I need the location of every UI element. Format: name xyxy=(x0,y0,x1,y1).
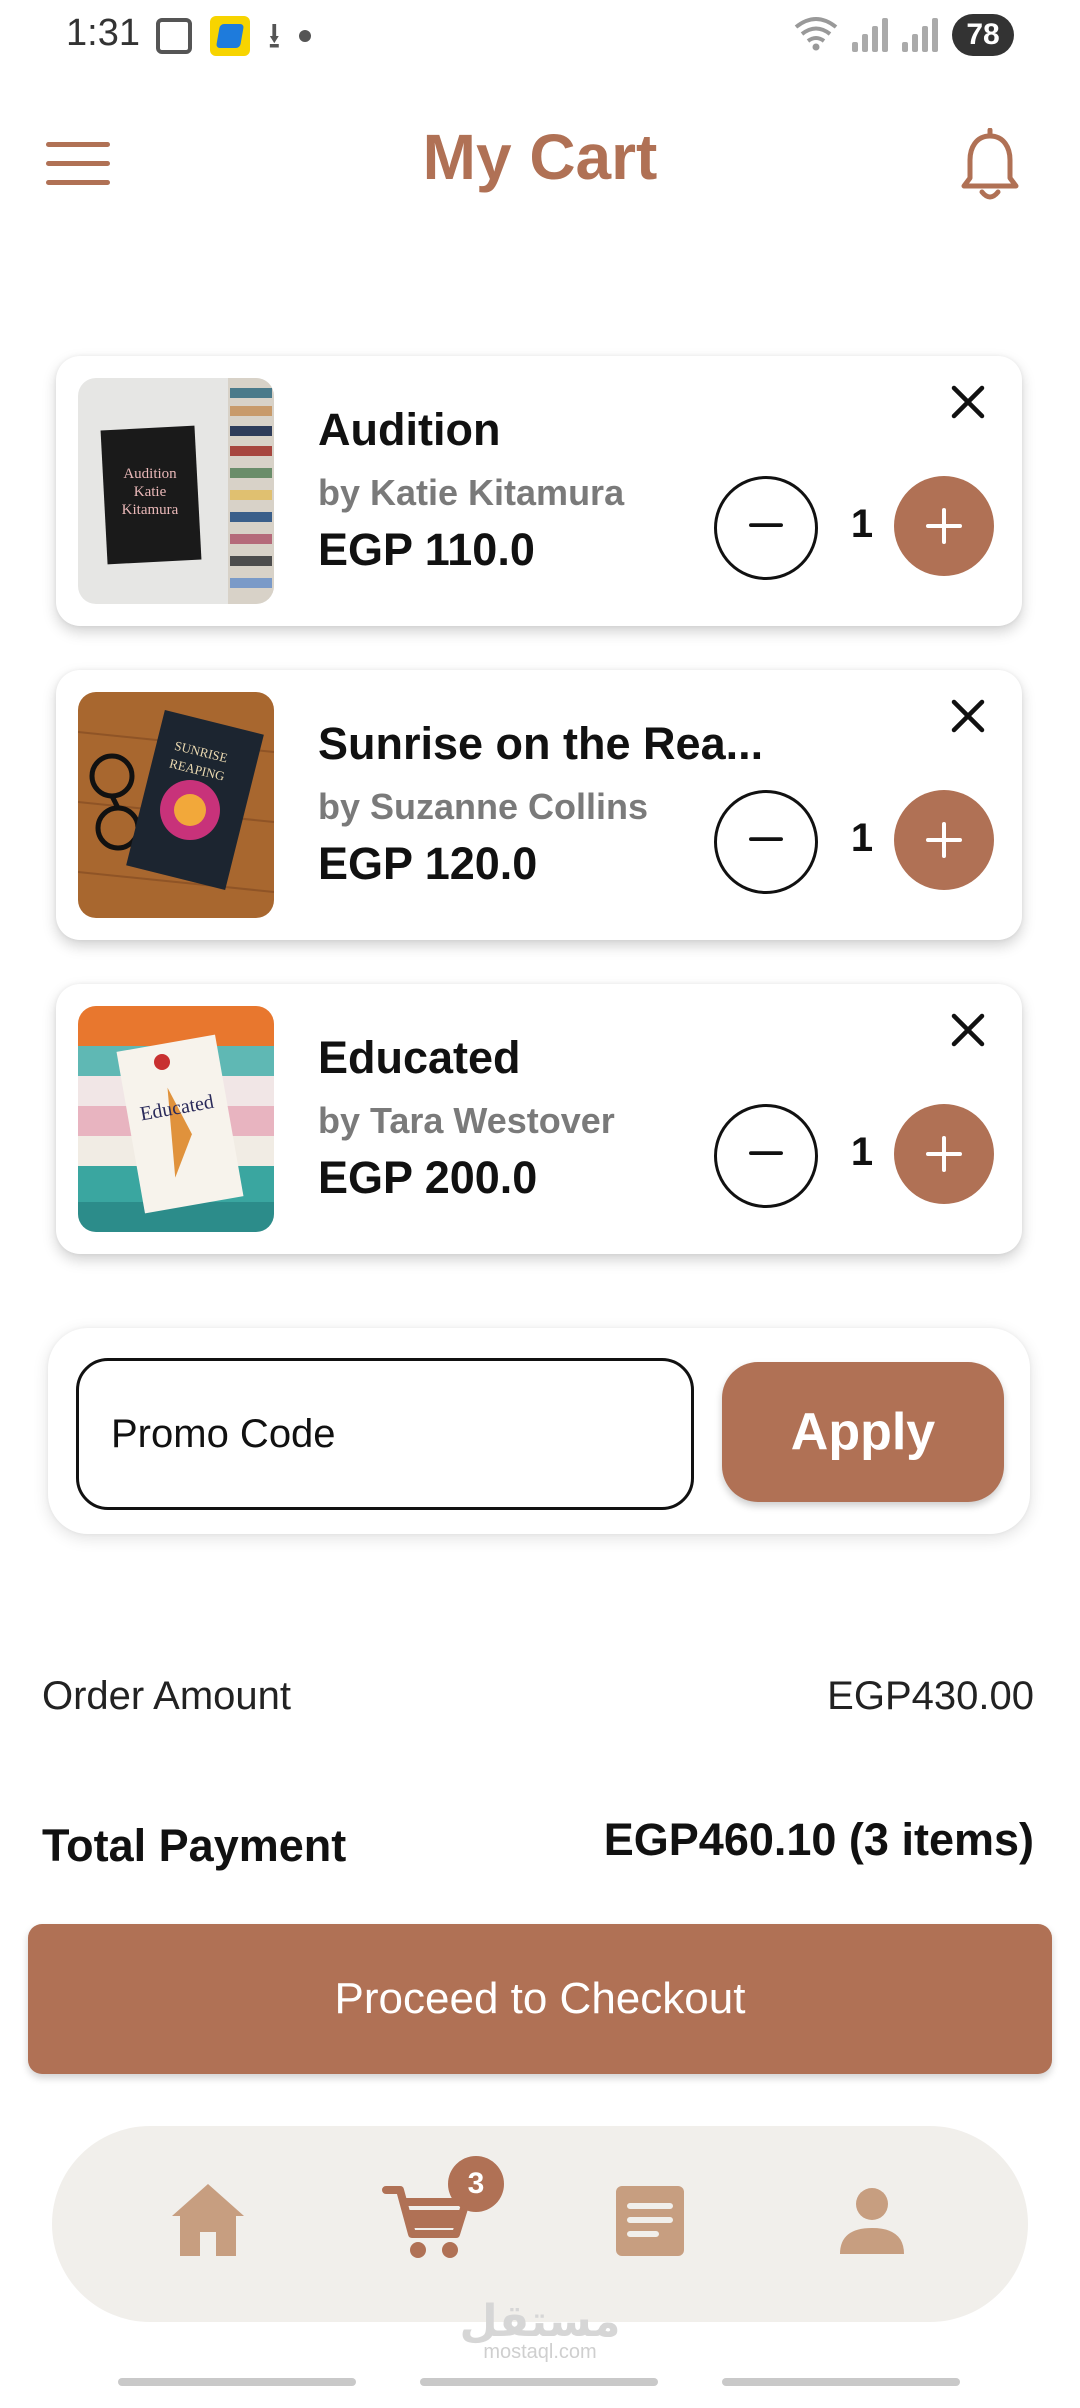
quantity-value: 1 xyxy=(850,1130,874,1174)
item-price: EGP 120.0 xyxy=(318,838,538,889)
app-header: My Cart xyxy=(0,110,1080,220)
screenshot-icon xyxy=(156,18,192,54)
item-price: EGP 200.0 xyxy=(318,1152,538,1203)
cart-item: SUNRISE REAPING Sunrise on the Rea... by… xyxy=(56,670,1022,940)
home-icon[interactable] xyxy=(158,2170,258,2270)
book-cover-image: SUNRISE REAPING xyxy=(78,692,274,918)
decrease-quantity-button[interactable] xyxy=(714,476,818,580)
status-notification-icons: ⭳ xyxy=(156,16,311,56)
status-system-icons: 78 xyxy=(794,14,1014,56)
more-notifications-dot-icon xyxy=(298,30,311,42)
cart-count-badge: 3 xyxy=(448,2156,504,2212)
watermark-latin: mostaql.com xyxy=(483,2341,597,2363)
orders-list-icon[interactable] xyxy=(600,2170,700,2270)
order-amount-label: Order Amount xyxy=(42,1674,292,1718)
item-author: by Suzanne Collins xyxy=(318,786,649,827)
book-cover-image: Audition Katie Kitamura xyxy=(78,378,274,604)
watermark-arabic: مستقل xyxy=(459,2297,621,2346)
cart-item: Educated Educated by Tara Westover EGP 2… xyxy=(56,984,1022,1254)
page-title: My Cart xyxy=(422,121,658,193)
item-price: EGP 110.0 xyxy=(318,524,535,575)
decrease-quantity-button[interactable] xyxy=(714,790,818,894)
item-title: Audition xyxy=(318,404,501,455)
item-author: by Katie Kitamura xyxy=(318,472,625,513)
item-title: Sunrise on the Rea... xyxy=(318,718,764,769)
svg-text:Audition: Audition xyxy=(123,466,177,482)
total-payment-value: EGP460.10 (3 items) xyxy=(603,1814,1034,1865)
promo-code-section: Apply xyxy=(48,1328,1030,1534)
quantity-value: 1 xyxy=(850,502,874,546)
system-gesture-bar xyxy=(722,2378,960,2386)
promo-code-input[interactable] xyxy=(76,1358,694,1510)
increase-quantity-button[interactable] xyxy=(894,790,994,890)
increase-quantity-button[interactable] xyxy=(894,1104,994,1204)
total-payment-label: Total Payment xyxy=(42,1820,347,1871)
profile-icon[interactable] xyxy=(822,2170,922,2270)
signal-1-icon xyxy=(852,18,888,52)
system-gesture-bar xyxy=(118,2378,356,2386)
increase-quantity-button[interactable] xyxy=(894,476,994,576)
svg-text:Katie: Katie xyxy=(134,484,167,500)
system-gesture-bar xyxy=(420,2378,658,2386)
remove-item-close-icon[interactable] xyxy=(946,380,990,424)
svg-text:Kitamura: Kitamura xyxy=(122,502,179,518)
bell-icon[interactable] xyxy=(960,128,1020,204)
signal-2-icon xyxy=(902,18,938,52)
remove-item-close-icon[interactable] xyxy=(946,1008,990,1052)
bottom-navigation: 3 xyxy=(52,2126,1028,2322)
order-amount-value: EGP430.00 xyxy=(827,1674,1034,1718)
status-time: 1:31 xyxy=(66,12,140,54)
item-author: by Tara Westover xyxy=(318,1100,615,1141)
proceed-to-checkout-button[interactable]: Proceed to Checkout xyxy=(28,1924,1052,2074)
quantity-value: 1 xyxy=(850,816,874,860)
app-notification-icon xyxy=(210,16,250,56)
cart-item: Audition Katie Kitamura Audition by Kati… xyxy=(56,356,1022,626)
status-bar: 1:31 ⭳ 78 xyxy=(0,0,1080,70)
item-title: Educated xyxy=(318,1032,521,1083)
decrease-quantity-button[interactable] xyxy=(714,1104,818,1208)
battery-indicator: 78 xyxy=(952,14,1014,56)
watermark: مستقل mostaql.com xyxy=(0,2296,1080,2364)
download-icon: ⭳ xyxy=(268,15,281,56)
wifi-icon xyxy=(794,17,838,51)
book-cover-image: Educated xyxy=(78,1006,274,1232)
apply-promo-button[interactable]: Apply xyxy=(722,1362,1004,1502)
remove-item-close-icon[interactable] xyxy=(946,694,990,738)
